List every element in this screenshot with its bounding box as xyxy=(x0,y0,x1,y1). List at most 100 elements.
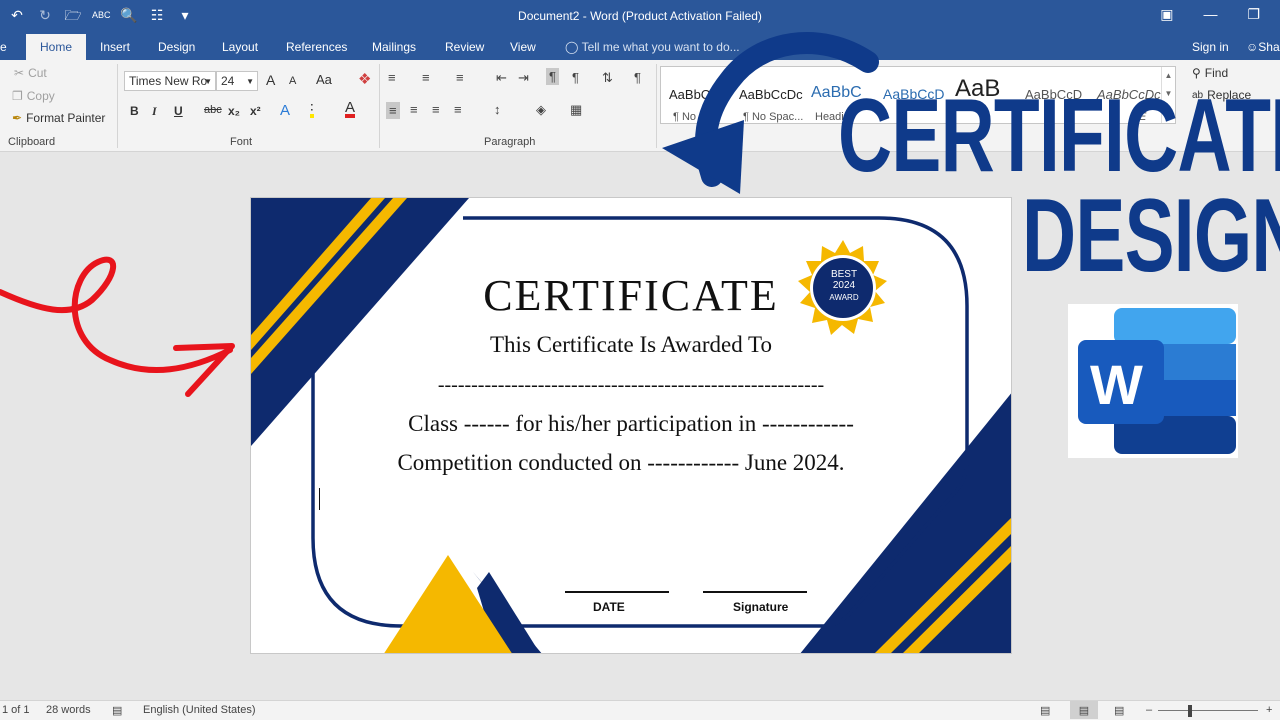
style-preview: AaBbCcDc xyxy=(739,87,803,102)
style-name: ¶ No Spac... xyxy=(743,111,804,123)
cut-label: Cut xyxy=(28,66,47,80)
numbering-icon[interactable]: ≡ xyxy=(422,70,430,85)
ribbon-display-icon[interactable]: ▣ xyxy=(1160,6,1173,23)
font-size-select[interactable]: 24 ▼ xyxy=(216,71,258,91)
word-count[interactable]: 28 words xyxy=(46,704,91,716)
underline-button[interactable]: U xyxy=(174,104,183,118)
window-controls: ▣ — ❐ xyxy=(1160,6,1260,23)
show-marks-icon[interactable]: ¶ xyxy=(634,70,641,85)
text-effects-icon[interactable]: A xyxy=(280,102,290,119)
clipboard-group-label: Clipboard xyxy=(8,136,56,148)
tab-review[interactable]: Review xyxy=(445,40,484,54)
tell-me-text: Tell me what you want to do... xyxy=(581,40,740,54)
print-layout-icon[interactable]: ▤ xyxy=(1070,701,1098,719)
sort-icon[interactable]: ⇅ xyxy=(602,70,613,86)
justify-icon[interactable]: ≡ xyxy=(454,102,462,117)
paragraph-group-label: Paragraph xyxy=(484,136,536,148)
copy-button[interactable]: ❐ Copy xyxy=(12,89,55,103)
red-squiggle-arrow xyxy=(0,256,233,373)
change-case-button[interactable]: Aa xyxy=(316,72,332,87)
chevron-down-icon: ▼ xyxy=(246,77,254,86)
align-right-icon[interactable]: ≡ xyxy=(432,102,440,117)
style-preview: AaBbC xyxy=(669,87,711,102)
tab-insert[interactable]: Insert xyxy=(100,40,130,54)
style-normal[interactable]: AaBbC ¶ No xyxy=(667,75,739,125)
title-bar: ↶ ↻ 🗁 ABC 🔍 ☷ ▾ Document2 - Word (Produc… xyxy=(0,0,1280,34)
tab-file[interactable]: e xyxy=(0,40,7,54)
signature-label: Signature xyxy=(733,600,789,614)
class-line: Class ------ for his/her participation i… xyxy=(408,411,854,436)
zoom-slider[interactable] xyxy=(1158,710,1258,711)
highlight-icon[interactable]: ∶ xyxy=(310,99,314,118)
tab-layout[interactable]: Layout xyxy=(222,40,258,54)
language-indicator[interactable]: English (United States) xyxy=(143,704,256,716)
shading-icon[interactable]: ◈ xyxy=(536,102,546,118)
word-logo-letter: W xyxy=(1090,353,1143,416)
format-painter-button[interactable]: ✒ Format Painter xyxy=(12,111,105,125)
awarded-to-text: This Certificate Is Awarded To xyxy=(490,332,772,357)
competition-line: Competition conducted on ------------ Ju… xyxy=(397,450,845,475)
italic-button[interactable]: I xyxy=(152,104,157,119)
font-group-label: Font xyxy=(230,136,253,148)
restore-icon[interactable]: ❐ xyxy=(1247,6,1260,23)
copy-icon: ❐ xyxy=(12,89,23,103)
align-center-icon[interactable]: ≡ xyxy=(410,102,418,117)
tab-references[interactable]: References xyxy=(286,40,347,54)
headline-design: DESIGN xyxy=(1022,178,1280,294)
cut-button[interactable]: ✂ Cut xyxy=(14,66,47,80)
lightbulb-icon: ◯ xyxy=(565,40,579,54)
strikethrough-button[interactable]: abc xyxy=(204,104,222,116)
proofing-icon[interactable]: ▤ xyxy=(112,704,122,717)
chevron-down-icon: ▼ xyxy=(204,77,212,86)
bold-button[interactable]: B xyxy=(130,104,139,118)
divider xyxy=(379,64,380,148)
subscript-button[interactable]: x₂ xyxy=(228,104,240,118)
paintbrush-icon: ✒ xyxy=(12,111,23,125)
minimize-icon[interactable]: — xyxy=(1203,6,1217,23)
ribbon-tabs: e Home Insert Design Layout References M… xyxy=(0,34,1280,60)
web-layout-icon[interactable]: ▤ xyxy=(1114,704,1124,717)
tab-view[interactable]: View xyxy=(510,40,536,54)
tab-home[interactable]: Home xyxy=(26,34,87,60)
sign-in-link[interactable]: Sign in xyxy=(1192,40,1229,54)
clear-formatting-icon[interactable]: ❖ xyxy=(358,70,371,88)
date-line xyxy=(565,591,669,593)
rtl-icon[interactable]: ¶ xyxy=(572,70,579,85)
font-size-value: 24 xyxy=(221,74,235,88)
share-button[interactable]: ☺Sha xyxy=(1246,40,1280,54)
align-left-icon[interactable]: ≡ xyxy=(386,102,400,119)
ltr-icon[interactable]: ¶ xyxy=(546,68,559,85)
borders-icon[interactable]: ▦ xyxy=(570,102,582,118)
tab-mailings[interactable]: Mailings xyxy=(372,40,416,54)
font-family-value: Times New Ro xyxy=(129,74,208,88)
tab-design[interactable]: Design xyxy=(158,40,195,54)
scissors-icon: ✂ xyxy=(14,66,25,80)
zoom-thumb[interactable] xyxy=(1188,705,1192,717)
font-color-icon[interactable]: A xyxy=(345,99,356,118)
superscript-button[interactable]: x² xyxy=(250,104,261,118)
copy-label: Copy xyxy=(26,89,55,103)
document-page[interactable]: BEST 2024 AWARD CERTIFICATE This Certifi… xyxy=(250,197,1012,654)
style-name: ¶ No xyxy=(673,111,697,123)
decrease-indent-icon[interactable]: ⇤ xyxy=(496,70,507,86)
read-mode-icon[interactable]: ▤ xyxy=(1040,704,1050,717)
multilevel-list-icon[interactable]: ≡ xyxy=(456,70,464,85)
signature-line xyxy=(703,591,807,593)
shrink-font-button[interactable]: A xyxy=(289,75,296,87)
share-label: Sha xyxy=(1258,40,1280,54)
line-spacing-icon[interactable]: ↕ xyxy=(494,102,501,117)
grow-font-button[interactable]: A xyxy=(266,72,275,88)
page-count[interactable]: 1 of 1 xyxy=(2,704,30,716)
format-painter-label: Format Painter xyxy=(26,111,106,125)
red-arrowhead xyxy=(173,343,235,397)
tell-me-box[interactable]: ◯ Tell me what you want to do... xyxy=(565,40,740,54)
zoom-in-icon[interactable]: + xyxy=(1266,704,1272,716)
window-title: Document2 - Word (Product Activation Fai… xyxy=(518,9,762,23)
zoom-out-icon[interactable]: – xyxy=(1146,704,1152,716)
style-no-spacing[interactable]: AaBbCcDc ¶ No Spac... xyxy=(737,75,809,125)
bullets-icon[interactable]: ≡ xyxy=(388,70,396,85)
increase-indent-icon[interactable]: ⇥ xyxy=(518,70,529,86)
font-family-select[interactable]: Times New Ro ▼ xyxy=(124,71,216,91)
recipient-name-line: ----------------------------------------… xyxy=(437,374,825,396)
date-label: DATE xyxy=(593,600,625,614)
